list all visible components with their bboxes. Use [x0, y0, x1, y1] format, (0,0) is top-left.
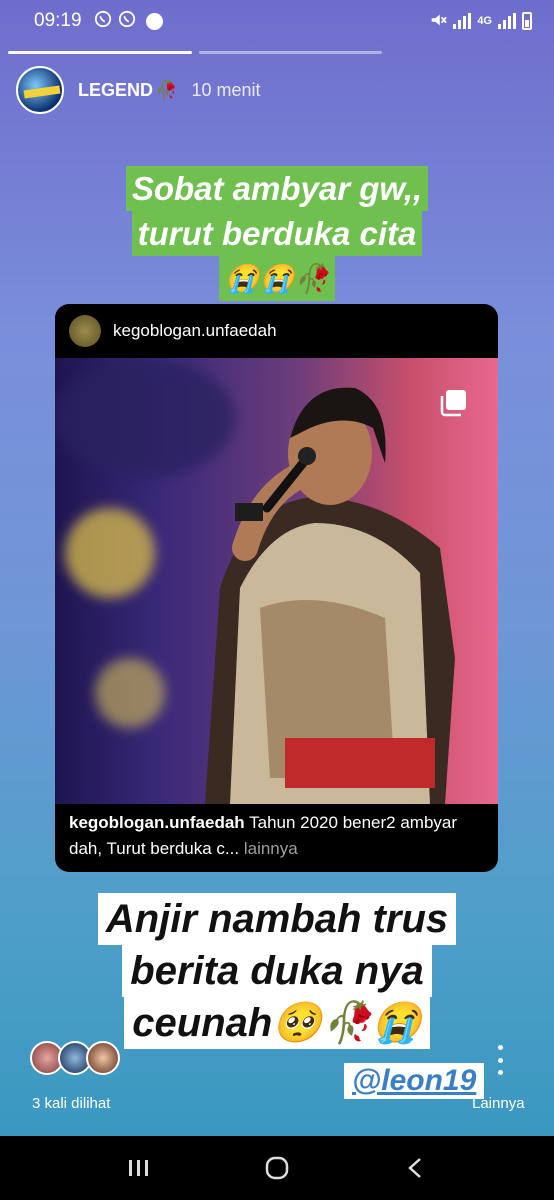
navigation-bar: [0, 1136, 554, 1200]
avatar[interactable]: [16, 66, 64, 114]
shared-post-card[interactable]: kegoblogan.unfaedah kegoblogan.unfaedah …: [55, 304, 498, 872]
post-caption: kegoblogan.unfaedah Tahun 2020 bener2 am…: [69, 810, 489, 862]
post-author-avatar: [69, 315, 101, 347]
caption-line: ceunah🥺🥀😭: [124, 997, 430, 1049]
recent-apps-button[interactable]: [119, 1148, 159, 1188]
post-photo: [55, 358, 498, 804]
views-count[interactable]: 3 kali dilihat: [32, 1095, 110, 1112]
caption-line: 😭😭🥀: [218, 256, 336, 301]
caption-line: Anjir nambah trus: [97, 893, 457, 945]
post-more-link[interactable]: lainnya: [244, 839, 298, 858]
status-time: 09:19: [34, 10, 82, 31]
home-button[interactable]: [257, 1148, 297, 1188]
whatsapp-icon: [118, 10, 136, 32]
back-button[interactable]: [395, 1148, 435, 1188]
notification-dot-icon: [145, 12, 163, 30]
whatsapp-icon: [94, 10, 112, 32]
time-ago: 10 menit: [191, 79, 261, 100]
story-progress: [8, 51, 382, 54]
avatar: [86, 1041, 120, 1075]
post-caption-author: kegoblogan.unfaedah: [69, 813, 245, 832]
story-view[interactable]: 09:19 4G LEGEND 🥀 10 menit Sobat ambyar: [0, 0, 554, 1136]
post-header: kegoblogan.unfaedah: [55, 304, 498, 358]
progress-segment: [8, 51, 192, 54]
more-options-icon[interactable]: [492, 1045, 508, 1075]
caption-line: berita duka nya: [122, 945, 432, 997]
multiple-photos-icon: [440, 390, 466, 417]
caption-bottom: Anjir nambah trus berita duka nya ceunah…: [0, 893, 554, 1049]
cell-signal-icon: [498, 13, 516, 29]
progress-segment: [198, 51, 382, 54]
rose-emoji: 🥀: [155, 79, 178, 100]
wifi-signal-icon: [453, 13, 472, 29]
mention-text: @leon19: [352, 1064, 477, 1097]
status-bar: 09:19 4G: [0, 0, 554, 42]
story-header: LEGEND 🥀 10 menit: [16, 66, 260, 114]
caption-line: turut berduka cita: [131, 211, 423, 256]
network-type: 4G: [477, 15, 492, 27]
mention-sticker[interactable]: @leon19: [344, 1063, 485, 1099]
more-options-label[interactable]: Lainnya: [472, 1095, 525, 1112]
viewer-avatars[interactable]: [30, 1041, 120, 1075]
mute-icon: [429, 11, 448, 32]
caption-line: Sobat ambyar gw,,: [125, 166, 429, 211]
caption-top: Sobat ambyar gw,, turut berduka cita 😭😭🥀: [0, 166, 554, 301]
post-author: kegoblogan.unfaedah: [113, 321, 277, 340]
battery-icon: [522, 12, 532, 30]
username[interactable]: LEGEND: [78, 80, 153, 101]
